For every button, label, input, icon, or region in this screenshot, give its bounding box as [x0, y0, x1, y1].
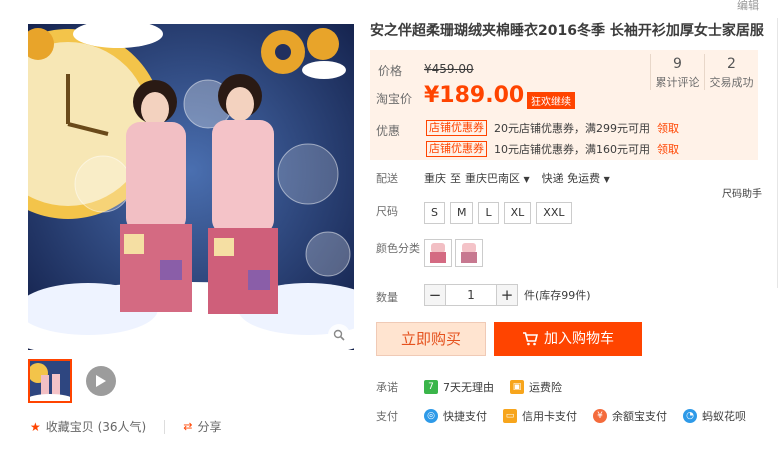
payment-item[interactable]: ◔ 蚂蚁花呗: [683, 408, 746, 424]
price-box: 价格 ¥459.00 淘宝价 ¥189.00 狂欢继续 9 累计评论 2 交易成…: [370, 50, 758, 160]
payment-text: 快捷支付: [443, 410, 487, 423]
ship-method-select[interactable]: 快递 免运费 ▼: [542, 170, 610, 186]
product-main-image[interactable]: [28, 24, 354, 350]
product-photo: [28, 24, 354, 350]
size-helper-link[interactable]: 尺码助手: [722, 185, 762, 200]
seven-day-icon: 7: [424, 380, 438, 394]
ship-to: 重庆巴南区: [465, 172, 520, 185]
taobao-price-label: 淘宝价: [376, 92, 413, 106]
payment-item[interactable]: ¥ 余额宝支付: [593, 408, 667, 424]
promise-label: 承诺: [376, 381, 398, 394]
favorite-label: 收藏宝贝 (36人气): [45, 420, 147, 434]
ship-method: 快递 免运费: [541, 172, 601, 185]
coupon-text: 10元店铺优惠券，满160元可用: [494, 143, 650, 156]
coupon-text: 20元店铺优惠券，满299元可用: [494, 122, 650, 135]
stock-text: 件(库存99件): [524, 289, 591, 302]
size-label: 尺码: [376, 205, 398, 218]
credit-card-icon: ▭: [503, 409, 517, 423]
ship-from: 重庆: [424, 172, 446, 185]
quantity-increase-button[interactable]: +: [496, 284, 518, 306]
size-option-s[interactable]: S: [424, 202, 445, 224]
size-option-xl[interactable]: XL: [503, 202, 532, 224]
color-label: 颜色分类: [376, 242, 420, 255]
promise-item[interactable]: ▣ 运费险: [510, 379, 562, 395]
stat-label: 交易成功: [709, 76, 754, 89]
shipping-insurance-icon: ▣: [510, 380, 524, 394]
size-option-xxl[interactable]: XXL: [536, 202, 572, 224]
promise-row: 承诺 7 7天无理由 ▣ 运费险: [376, 379, 578, 395]
chevron-down-icon: ▼: [523, 175, 530, 184]
share-label: 分享: [197, 420, 222, 434]
original-price: ¥459.00: [424, 62, 474, 76]
coupon-label: 优惠: [376, 124, 401, 138]
promo-badge: 狂欢继续: [527, 92, 575, 109]
share-icon: ⇄: [183, 420, 193, 433]
star-icon: ★: [30, 419, 41, 434]
payment-item[interactable]: ◎ 快捷支付: [424, 408, 487, 424]
quantity-input[interactable]: 1: [446, 284, 496, 306]
yuebao-icon: ¥: [593, 409, 607, 423]
stat-reviews[interactable]: 9 累计评论: [650, 54, 704, 90]
cart-icon: [523, 332, 538, 346]
stat-sales[interactable]: 2 交易成功: [704, 54, 758, 90]
quantity-label: 数量: [376, 291, 398, 304]
quick-pay-icon: ◎: [424, 409, 438, 423]
coupon-item: 店铺优惠券 20元店铺优惠券，满299元可用 领取: [426, 120, 679, 136]
shipping-row: 配送 重庆 至 重庆巴南区 ▼ 快递 免运费 ▼: [376, 170, 610, 186]
chevron-down-icon: ▼: [603, 175, 610, 184]
huabei-icon: ◔: [683, 409, 697, 423]
stats: 9 累计评论 2 交易成功: [650, 54, 758, 90]
color-row: 颜色分类: [376, 239, 486, 267]
claim-coupon-link[interactable]: 领取: [657, 120, 679, 136]
payment-label: 支付: [376, 410, 398, 423]
stat-label: 累计评论: [655, 76, 700, 89]
left-actions: ★ 收藏宝贝 (36人气) ⇄ 分享: [30, 418, 221, 435]
payment-row: 支付 ◎ 快捷支付 ▭ 信用卡支付 ¥ 余额宝支付 ◔ 蚂蚁花呗: [376, 408, 762, 424]
product-title: 安之伴超柔珊瑚绒夹棉睡衣2016冬季 长袖开衫加厚女士家居服: [370, 23, 764, 39]
promise-item[interactable]: 7 7天无理由: [424, 379, 494, 395]
edit-link[interactable]: 编辑: [737, 0, 759, 13]
quantity-stepper: − 1 + 件(库存99件): [424, 284, 591, 306]
price-label: 价格: [378, 64, 403, 78]
zoom-icon[interactable]: [328, 324, 350, 346]
size-row: 尺码 S M L XL XXL: [376, 202, 577, 224]
thumbnail[interactable]: [28, 359, 72, 403]
ship-to-select[interactable]: 重庆巴南区 ▼: [465, 170, 530, 186]
share-button[interactable]: ⇄ 分享: [183, 418, 221, 435]
coupon-tag: 店铺优惠券: [426, 120, 487, 136]
ship-to-word: 至: [450, 172, 461, 185]
buy-now-button[interactable]: 立即购买: [376, 322, 486, 356]
current-price: ¥189.00: [424, 83, 525, 108]
quantity-decrease-button[interactable]: −: [424, 284, 446, 306]
promise-text: 7天无理由: [443, 381, 494, 394]
payment-text: 蚂蚁花呗: [702, 410, 746, 423]
color-option-2[interactable]: [455, 239, 483, 267]
payment-text: 余额宝支付: [612, 410, 667, 423]
stat-num: 9: [673, 56, 682, 72]
size-option-l[interactable]: L: [478, 202, 499, 224]
shipping-label: 配送: [376, 172, 398, 185]
promise-text: 运费险: [529, 381, 562, 394]
coupon-tag: 店铺优惠券: [426, 141, 487, 157]
color-option-1[interactable]: [424, 239, 452, 267]
payment-item[interactable]: ▭ 信用卡支付: [503, 408, 577, 424]
size-option-m[interactable]: M: [449, 202, 474, 224]
add-to-cart-button[interactable]: 加入购物车: [494, 322, 642, 356]
payment-text: 信用卡支付: [522, 410, 577, 423]
divider: [164, 419, 166, 434]
add-to-cart-label: 加入购物车: [544, 331, 614, 347]
coupon-item: 店铺优惠券 10元店铺优惠券，满160元可用 领取: [426, 141, 679, 157]
favorite-button[interactable]: ★ 收藏宝贝 (36人气): [30, 418, 146, 435]
claim-coupon-link[interactable]: 领取: [657, 141, 679, 157]
play-video-icon[interactable]: [86, 366, 116, 396]
stat-num: 2: [727, 56, 736, 72]
divider: [777, 18, 778, 288]
